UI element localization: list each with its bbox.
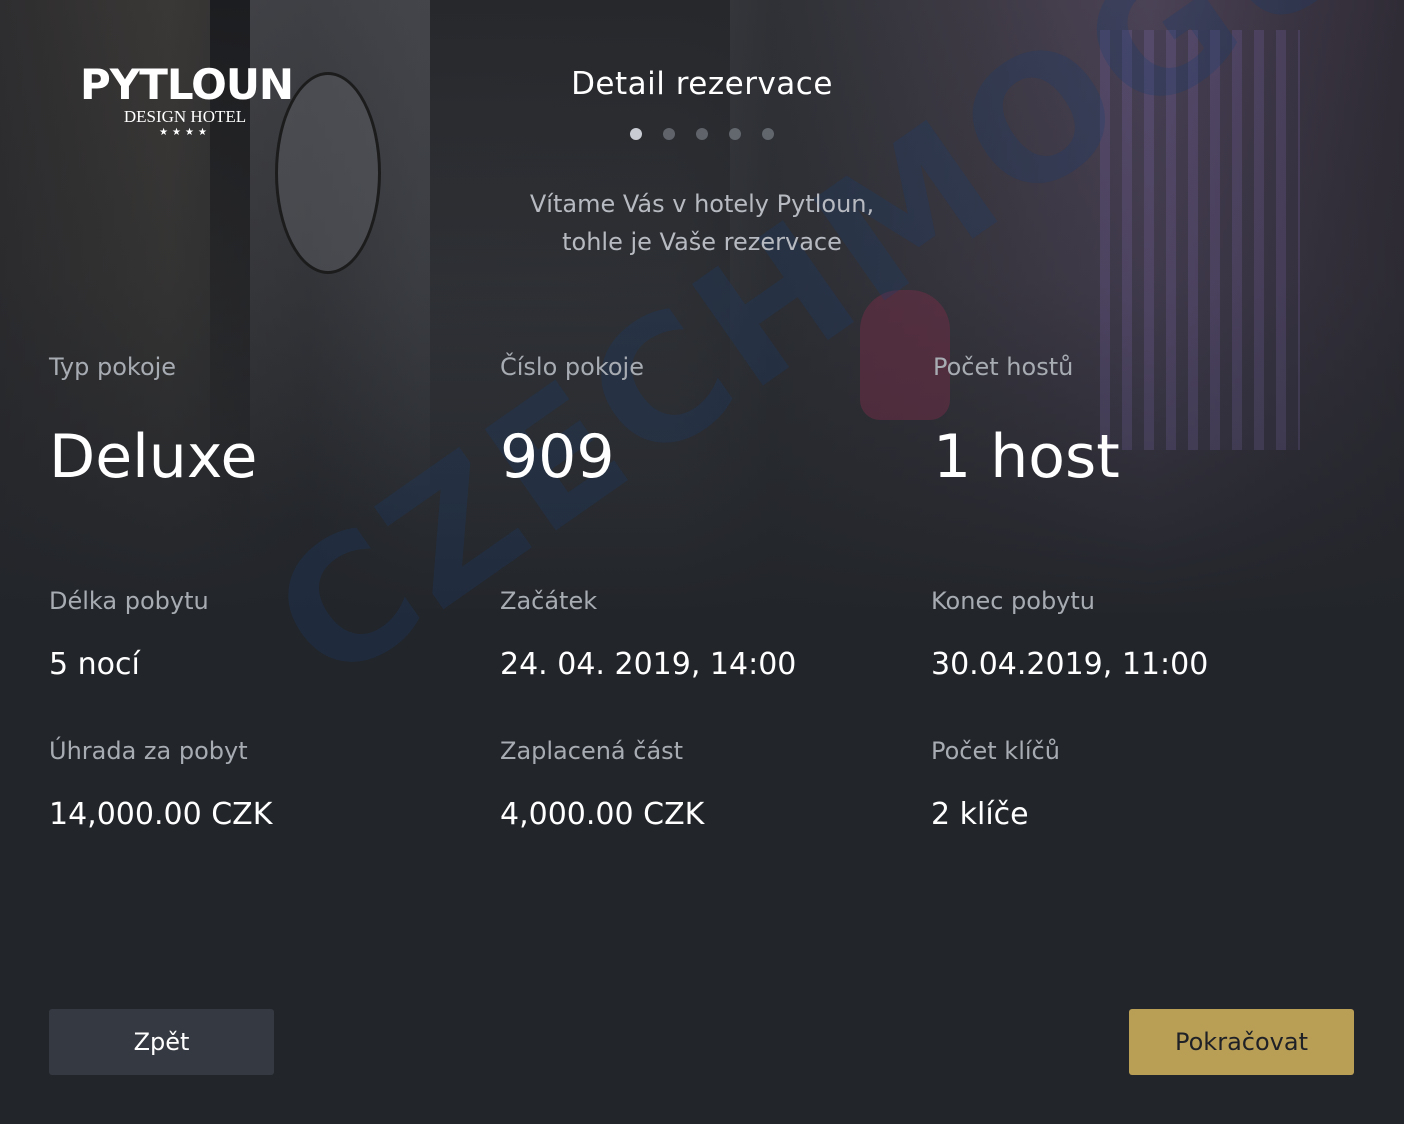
- welcome-message: Vítame Vás v hotely Pytloun, tohle je Va…: [0, 185, 1404, 261]
- welcome-line-2: tohle je Vaše rezervace: [562, 228, 842, 256]
- keys-value: 2 klíče: [931, 797, 1029, 832]
- step-dot-3: [696, 128, 708, 140]
- stay-length-label: Délka pobytu: [49, 587, 209, 615]
- step-dot-5: [762, 128, 774, 140]
- field-room-type: Typ pokoje Deluxe: [49, 352, 257, 492]
- start-label: Začátek: [500, 587, 598, 615]
- field-stay-length: Délka pobytu 5 nocí: [49, 586, 209, 684]
- stay-length-value: 5 nocí: [49, 647, 140, 682]
- field-guests: Počet hostů 1 host: [933, 352, 1120, 492]
- field-end: Konec pobytu 30.04.2019, 11:00: [931, 586, 1208, 684]
- paid-value: 4,000.00 CZK: [500, 797, 705, 832]
- payment-label: Úhrada za pobyt: [49, 737, 248, 765]
- step-dot-4: [729, 128, 741, 140]
- field-payment: Úhrada za pobyt 14,000.00 CZK: [49, 736, 272, 834]
- keys-label: Počet klíčů: [931, 737, 1060, 765]
- guests-value: 1 host: [933, 422, 1120, 492]
- step-indicator: [0, 128, 1404, 140]
- step-dot-2: [663, 128, 675, 140]
- end-label: Konec pobytu: [931, 587, 1096, 615]
- field-start: Začátek 24. 04. 2019, 14:00: [500, 586, 796, 684]
- step-dot-1: [630, 128, 642, 140]
- reservation-detail-screen: CZECHMOGUL PYTLOUN DESIGN HOTEL ★★★★ Det…: [0, 0, 1404, 1124]
- room-type-label: Typ pokoje: [49, 353, 177, 381]
- guests-label: Počet hostů: [933, 353, 1074, 381]
- field-room-number: Číslo pokoje 909: [500, 352, 644, 492]
- paid-label: Zaplacená část: [500, 737, 684, 765]
- room-type-value: Deluxe: [49, 422, 258, 492]
- back-button[interactable]: Zpět: [49, 1009, 274, 1075]
- end-value: 30.04.2019, 11:00: [931, 647, 1209, 682]
- room-number-value: 909: [500, 422, 615, 492]
- start-value: 24. 04. 2019, 14:00: [500, 647, 797, 682]
- field-paid: Zaplacená část 4,000.00 CZK: [500, 736, 704, 834]
- page-title: Detail rezervace: [571, 66, 833, 102]
- field-keys: Počet klíčů 2 klíče: [931, 736, 1060, 834]
- welcome-line-1: Vítame Vás v hotely Pytloun,: [529, 190, 875, 218]
- room-number-label: Číslo pokoje: [500, 353, 644, 381]
- continue-button[interactable]: Pokračovat: [1129, 1009, 1354, 1075]
- payment-value: 14,000.00 CZK: [49, 797, 273, 832]
- logo-subtitle: DESIGN HOTEL: [123, 107, 247, 126]
